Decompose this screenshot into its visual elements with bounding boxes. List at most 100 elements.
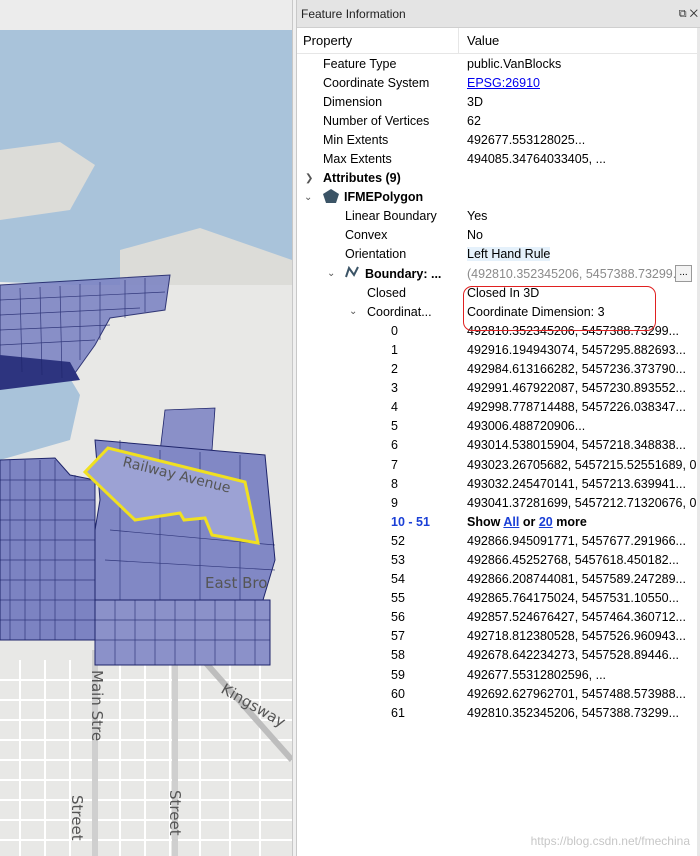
coord-value: 493023.26705682, 5457215.52551689, 0 xyxy=(467,457,697,472)
coord-row[interactable]: 3 492991.467922087, 5457230.893552... xyxy=(297,379,700,398)
coord-index: 59 xyxy=(391,667,405,682)
coord-index: 8 xyxy=(391,476,398,491)
tree-row[interactable]: Closed Closed In 3D xyxy=(297,283,700,302)
coord-row[interactable]: 54 492866.208744081, 5457589.247289... xyxy=(297,570,700,589)
property-value: 62 xyxy=(467,113,481,128)
coord-row[interactable]: 6 493014.538015904, 5457218.348838... xyxy=(297,436,700,455)
coord-value: 492810.352345206, 5457388.73299... xyxy=(467,705,680,720)
property-key: Orientation xyxy=(345,247,407,262)
coord-row[interactable]: 7 493023.26705682, 5457215.52551689, 0 xyxy=(297,455,700,474)
coord-value: 492692.627962701, 5457488.573988... xyxy=(467,686,686,701)
tree-row[interactable]: Dimension 3D xyxy=(297,92,700,111)
coord-value: 492984.613166282, 5457236.373790... xyxy=(467,362,686,377)
float-close-icons[interactable]: ⧉ ✕ xyxy=(679,8,698,21)
tree-row[interactable]: Number of Vertices 62 xyxy=(297,111,700,130)
coordinate-system-link[interactable]: EPSG:26910 xyxy=(467,76,540,90)
coord-value: 493006.488720906... xyxy=(467,419,586,434)
chevron-down-icon[interactable]: ⌄ xyxy=(327,268,335,279)
property-value: Coordinate Dimension: 3 xyxy=(467,304,605,319)
tree-row[interactable]: Feature Type public.VanBlocks xyxy=(297,54,700,73)
coord-row[interactable]: 2 492984.613166282, 5457236.373790... xyxy=(297,360,700,379)
coord-value: 492718.812380528, 5457526.960943... xyxy=(467,629,686,644)
show-all-link[interactable]: All xyxy=(503,515,519,529)
coord-row[interactable]: 8 493032.245470141, 5457213.639941... xyxy=(297,474,700,493)
column-header-property[interactable]: Property xyxy=(297,28,459,53)
coord-index: 0 xyxy=(391,323,398,338)
map-canvas: Railway Avenue East Bro Kingsway Main St… xyxy=(0,30,292,856)
column-header: Property Value xyxy=(297,28,700,54)
street-label: East Bro xyxy=(205,574,267,592)
property-key: Feature Type xyxy=(323,56,397,71)
ellipsis-button[interactable]: ... xyxy=(675,265,692,283)
coord-row[interactable]: 55 492865.764175024, 5457531.10550... xyxy=(297,589,700,608)
watermark: https://blog.csdn.net/fmechina xyxy=(530,834,690,848)
coord-index: 1 xyxy=(391,342,398,357)
tree-row-attributes[interactable]: ❯ Attributes (9) xyxy=(297,169,700,188)
coord-row[interactable]: 4 492998.778714488, 5457226.038347... xyxy=(297,398,700,417)
chevron-down-icon[interactable]: ⌄ xyxy=(349,306,357,317)
coord-row[interactable]: 0 492810.352345206, 5457388.73299... xyxy=(297,321,700,340)
coord-value: 493014.538015904, 5457218.348838... xyxy=(467,438,686,453)
show-more-row: 10 - 51 Show All or 20 more xyxy=(297,512,700,531)
property-value: Left Hand Rule xyxy=(467,247,551,262)
tree-row[interactable]: Convex No xyxy=(297,226,700,245)
pentagon-icon xyxy=(323,188,339,206)
coord-row[interactable]: 60 492692.627962701, 5457488.573988... xyxy=(297,684,700,703)
coord-value: 492865.764175024, 5457531.10550... xyxy=(467,591,680,606)
property-key: Dimension xyxy=(323,94,383,109)
street-label: Street xyxy=(166,790,184,836)
chevron-down-icon[interactable]: ⌄ xyxy=(304,192,312,203)
coord-index: 53 xyxy=(391,552,405,567)
coord-index: 7 xyxy=(391,457,398,472)
coord-row[interactable]: 5 493006.488720906... xyxy=(297,417,700,436)
property-key: Max Extents xyxy=(323,152,392,167)
coord-row[interactable]: 9 493041.37281699, 5457212.71320676, 0 xyxy=(297,493,700,512)
tree-row-boundary[interactable]: ⌄ Boundary: ... (492810.352345206, 545738… xyxy=(297,264,700,283)
coord-row[interactable]: 1 492916.194943074, 5457295.882693... xyxy=(297,340,700,359)
coord-index: 3 xyxy=(391,381,398,396)
coord-row[interactable]: 59 492677.55312802596, ... xyxy=(297,665,700,684)
district-polygon xyxy=(0,457,96,641)
coord-index: 9 xyxy=(391,495,398,510)
column-header-value[interactable]: Value xyxy=(459,33,499,48)
coord-row[interactable]: 61 492810.352345206, 5457388.73299... xyxy=(297,703,700,722)
property-value: No xyxy=(467,228,483,243)
show-label: Show xyxy=(467,514,501,529)
coord-row[interactable]: 57 492718.812380528, 5457526.960943... xyxy=(297,627,700,646)
property-key: Coordinat... xyxy=(367,304,432,319)
coord-row[interactable]: 58 492678.642234273, 5457528.89446... xyxy=(297,646,700,665)
property-key: Convex xyxy=(345,228,388,243)
coord-value: 492866.208744081, 5457589.247289... xyxy=(467,572,686,587)
tree-row[interactable]: Min Extents 492677.553128025... xyxy=(297,130,700,149)
street-label: Street xyxy=(68,795,86,841)
coord-index: 54 xyxy=(391,572,405,587)
coord-row[interactable]: 56 492857.524676427, 5457464.360712... xyxy=(297,608,700,627)
coord-index: 52 xyxy=(391,533,405,548)
property-key: Attributes (9) xyxy=(323,171,401,186)
coord-index: 57 xyxy=(391,629,405,644)
coord-value: 492678.642234273, 5457528.89446... xyxy=(467,648,680,663)
chevron-right-icon[interactable]: ❯ xyxy=(305,173,313,184)
tree-row-ifmepolygon[interactable]: ⌄ IFMEPolygon xyxy=(297,188,700,207)
tree-row[interactable]: Orientation Left Hand Rule xyxy=(297,245,700,264)
property-key: Coordinate System xyxy=(323,75,430,90)
tree-row[interactable]: Coordinate System EPSG:26910 xyxy=(297,73,700,92)
show-20-more-link[interactable]: 20 xyxy=(539,515,553,529)
linestring-icon xyxy=(345,265,359,281)
coord-value: 492998.778714488, 5457226.038347... xyxy=(467,400,686,415)
coord-index: 58 xyxy=(391,648,405,663)
tree-row[interactable]: Linear Boundary Yes xyxy=(297,207,700,226)
coord-row[interactable]: 53 492866.45252768, 5457618.450182... xyxy=(297,550,700,569)
property-key: Number of Vertices xyxy=(323,113,430,128)
property-tree[interactable]: Feature Type public.VanBlocks Coordinate … xyxy=(297,54,700,722)
map-view[interactable]: Railway Avenue East Bro Kingsway Main St… xyxy=(0,0,292,856)
coord-row[interactable]: 52 492866.945091771, 5457677.291966... xyxy=(297,531,700,550)
property-key: Min Extents xyxy=(323,132,389,147)
coord-value: 492857.524676427, 5457464.360712... xyxy=(467,610,686,625)
district-polygon xyxy=(159,407,216,453)
property-value: 494085.34764033405, ... xyxy=(467,152,607,167)
tree-row-coordinates[interactable]: ⌄ Coordinat... Coordinate Dimension: 3 xyxy=(297,302,700,321)
coord-index: 61 xyxy=(391,705,405,720)
tree-row[interactable]: Max Extents 494085.34764033405, ... xyxy=(297,149,700,168)
property-value: 492677.553128025... xyxy=(467,132,586,147)
